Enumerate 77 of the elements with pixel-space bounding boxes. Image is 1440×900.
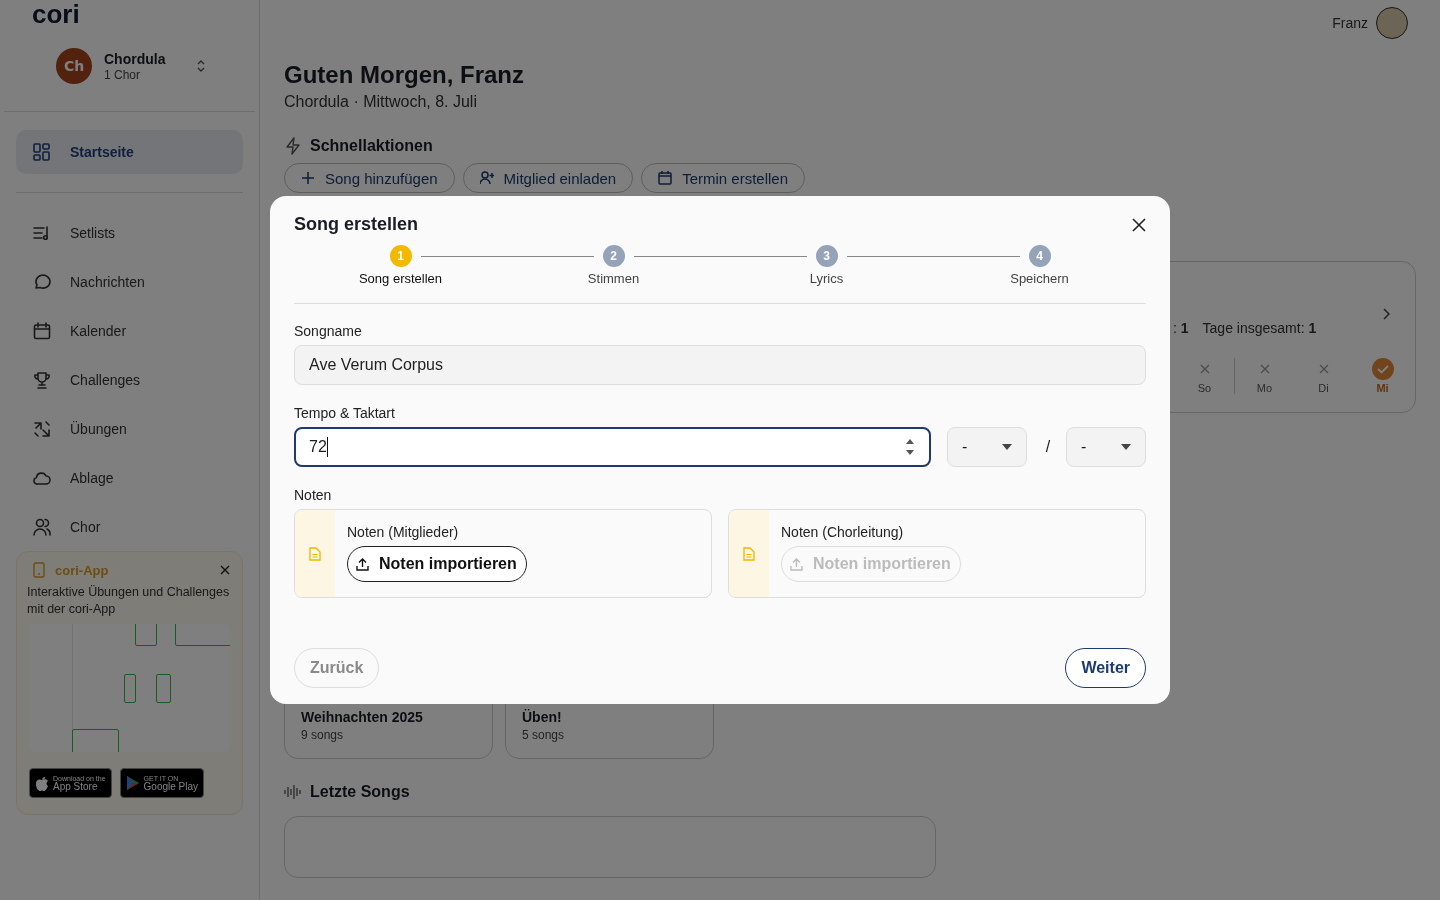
play-icon: [125, 775, 140, 791]
quick-action-button[interactable]: Termin erstellen: [641, 163, 806, 193]
upload-icon: [790, 557, 803, 571]
next-button[interactable]: Weiter: [1065, 648, 1146, 688]
quick-action-button[interactable]: Song hinzufügen: [284, 163, 455, 193]
grid-icon: [32, 142, 52, 162]
quick-action-button[interactable]: Mitglied einladen: [462, 163, 634, 193]
sidebar-item[interactable]: Challenges: [16, 360, 243, 400]
user-name: Franz: [1332, 15, 1368, 31]
setlist-name: Üben!: [522, 709, 563, 725]
choir-avatar: Ch: [56, 48, 92, 84]
songname-field[interactable]: Ave Verum Corpus: [294, 345, 1146, 385]
user-avatar[interactable]: [1376, 7, 1408, 39]
card-title: Noten (Mitglieder): [347, 524, 459, 540]
promo-title: cori-App: [55, 562, 110, 578]
document-icon: [309, 546, 321, 561]
chat-icon: [32, 272, 52, 292]
trophy-icon: [32, 370, 52, 390]
section-title: Letzte Songs: [310, 783, 410, 801]
field-label: Tempo & Taktart: [294, 405, 396, 421]
tempo-field[interactable]: 72: [294, 427, 931, 467]
sidebar-item[interactable]: Startseite: [16, 130, 243, 174]
phone-icon: [33, 562, 45, 578]
step-number: 1: [389, 245, 412, 267]
waveform-icon: [284, 784, 302, 800]
setlist-name: Weihnachten 2025: [301, 709, 424, 725]
separator: /: [1044, 438, 1052, 456]
weekday-label: Mo: [1256, 382, 1273, 394]
step-number: 3: [815, 245, 838, 267]
plus-icon: [301, 171, 315, 185]
greeting-title: Guten Morgen, Franz: [284, 60, 525, 90]
section-title: Schnellaktionen: [310, 137, 433, 155]
chevron-right-icon: [1382, 308, 1390, 320]
step-label: Stimmen: [587, 271, 640, 286]
close-icon[interactable]: [1132, 217, 1146, 232]
sidebar-item[interactable]: Nachrichten: [16, 262, 243, 302]
caret-icon: [1121, 444, 1131, 450]
sidebar-item[interactable]: Ablage: [16, 458, 243, 498]
people-icon: [32, 517, 52, 537]
import-button[interactable]: Noten importieren: [347, 546, 527, 582]
chevron-up-down-icon: [195, 58, 207, 74]
card-title: Noten (Chorleitung): [781, 524, 904, 540]
step-number: 4: [1028, 245, 1051, 267]
streak-stat: Tage insgesamt: 1: [1202, 320, 1317, 336]
sidebar-item[interactable]: Chor: [16, 507, 243, 547]
app-logo: cori: [32, 0, 81, 31]
upload-icon: [356, 557, 369, 571]
apple-icon: [35, 775, 49, 791]
step-label: Lyrics: [809, 271, 844, 286]
sidebar-item[interactable]: Übungen: [16, 409, 243, 449]
step-label: Speichern: [1010, 271, 1069, 286]
step-label: Song erstellen: [358, 271, 443, 286]
unit-select[interactable]: -: [1066, 427, 1146, 467]
streak-stat: : 1: [1173, 320, 1189, 336]
field-label: Noten: [294, 487, 333, 503]
beats-select[interactable]: -: [947, 427, 1027, 467]
choir-count: 1 Chor: [104, 67, 142, 82]
song-count: 5 songs: [522, 728, 566, 742]
sidebar-item[interactable]: Kalender: [16, 311, 243, 351]
song-count: 9 songs: [301, 728, 345, 742]
greeting-subtitle: Chordula · Mittwoch, 8. Juli: [284, 93, 478, 111]
sidebar-item[interactable]: Setlists: [16, 213, 243, 253]
document-icon: [743, 546, 755, 561]
calendar-icon: [32, 321, 52, 341]
choir-switcher[interactable]: Ch Chordula 1 Chor: [4, 37, 255, 112]
weekday-label: Mi: [1376, 382, 1389, 394]
dialog-title: Song erstellen: [294, 214, 419, 235]
choir-name: Chordula: [104, 50, 167, 67]
user-plus-icon: [479, 171, 494, 185]
weekday-label: So: [1197, 382, 1212, 394]
caret-icon: [1002, 444, 1012, 450]
lightning-icon: [284, 137, 302, 155]
weekday-label: Di: [1318, 382, 1329, 394]
field-label: Songname: [294, 323, 363, 339]
promo-text: Interaktive Übungen und Challenges mit der cori-App: [27, 584, 230, 618]
calendar-icon: [658, 171, 673, 185]
step-number: 2: [602, 245, 625, 267]
